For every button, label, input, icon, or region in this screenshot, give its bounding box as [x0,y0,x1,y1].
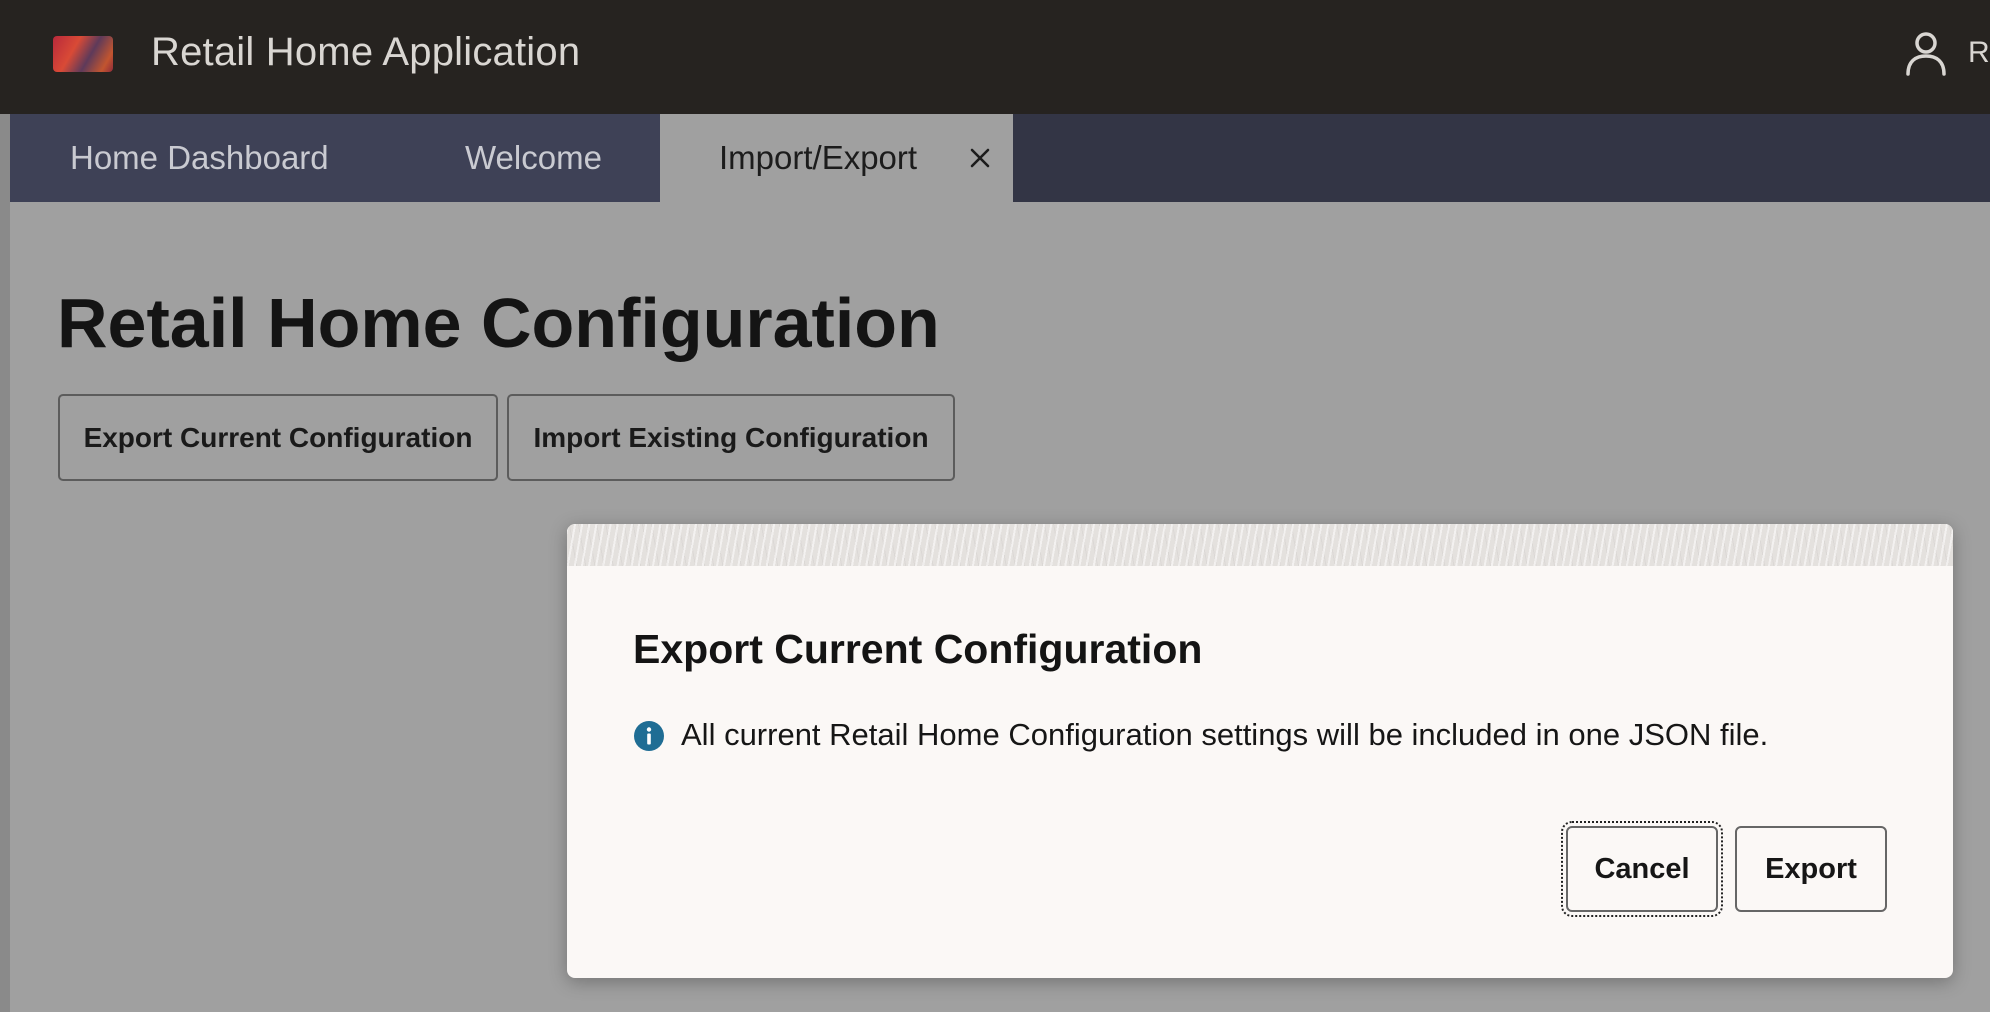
app-header: Retail Home Application Ro [0,0,1990,114]
tab-home-dashboard[interactable]: Home Dashboard [10,114,360,202]
dialog-message: All current Retail Home Configuration se… [681,717,1769,752]
export-current-configuration-button[interactable]: Export Current Configuration [58,394,498,481]
tab-label: Welcome [465,139,602,176]
user-name[interactable]: Ro [1968,36,1990,70]
app-title: Retail Home Application [151,30,581,74]
cancel-button[interactable]: Cancel [1561,821,1723,917]
export-dialog: Export Current Configuration All current… [567,524,1953,978]
close-icon[interactable] [960,138,1000,178]
left-edge-strip [0,114,10,1012]
dialog-title: Export Current Configuration [633,626,1203,672]
tab-label: Import/Export [719,139,918,176]
oracle-retail-logo-icon[interactable] [53,36,113,72]
dialog-header-band[interactable] [567,524,1953,566]
info-circle-icon [633,720,665,752]
page-title: Retail Home Configuration [57,284,940,362]
tab-import-export[interactable]: Import/Export [660,114,1013,202]
tab-bar: Home Dashboard Welcome Import/Export [10,114,1990,202]
tab-welcome[interactable]: Welcome [360,114,660,202]
tab-label: Home Dashboard [70,139,329,176]
export-button[interactable]: Export [1735,826,1887,912]
person-icon[interactable] [1904,30,1948,76]
app-root: Retail Home Application Ro Home Dashboar… [0,0,1990,1012]
import-existing-configuration-button[interactable]: Import Existing Configuration [507,394,955,481]
